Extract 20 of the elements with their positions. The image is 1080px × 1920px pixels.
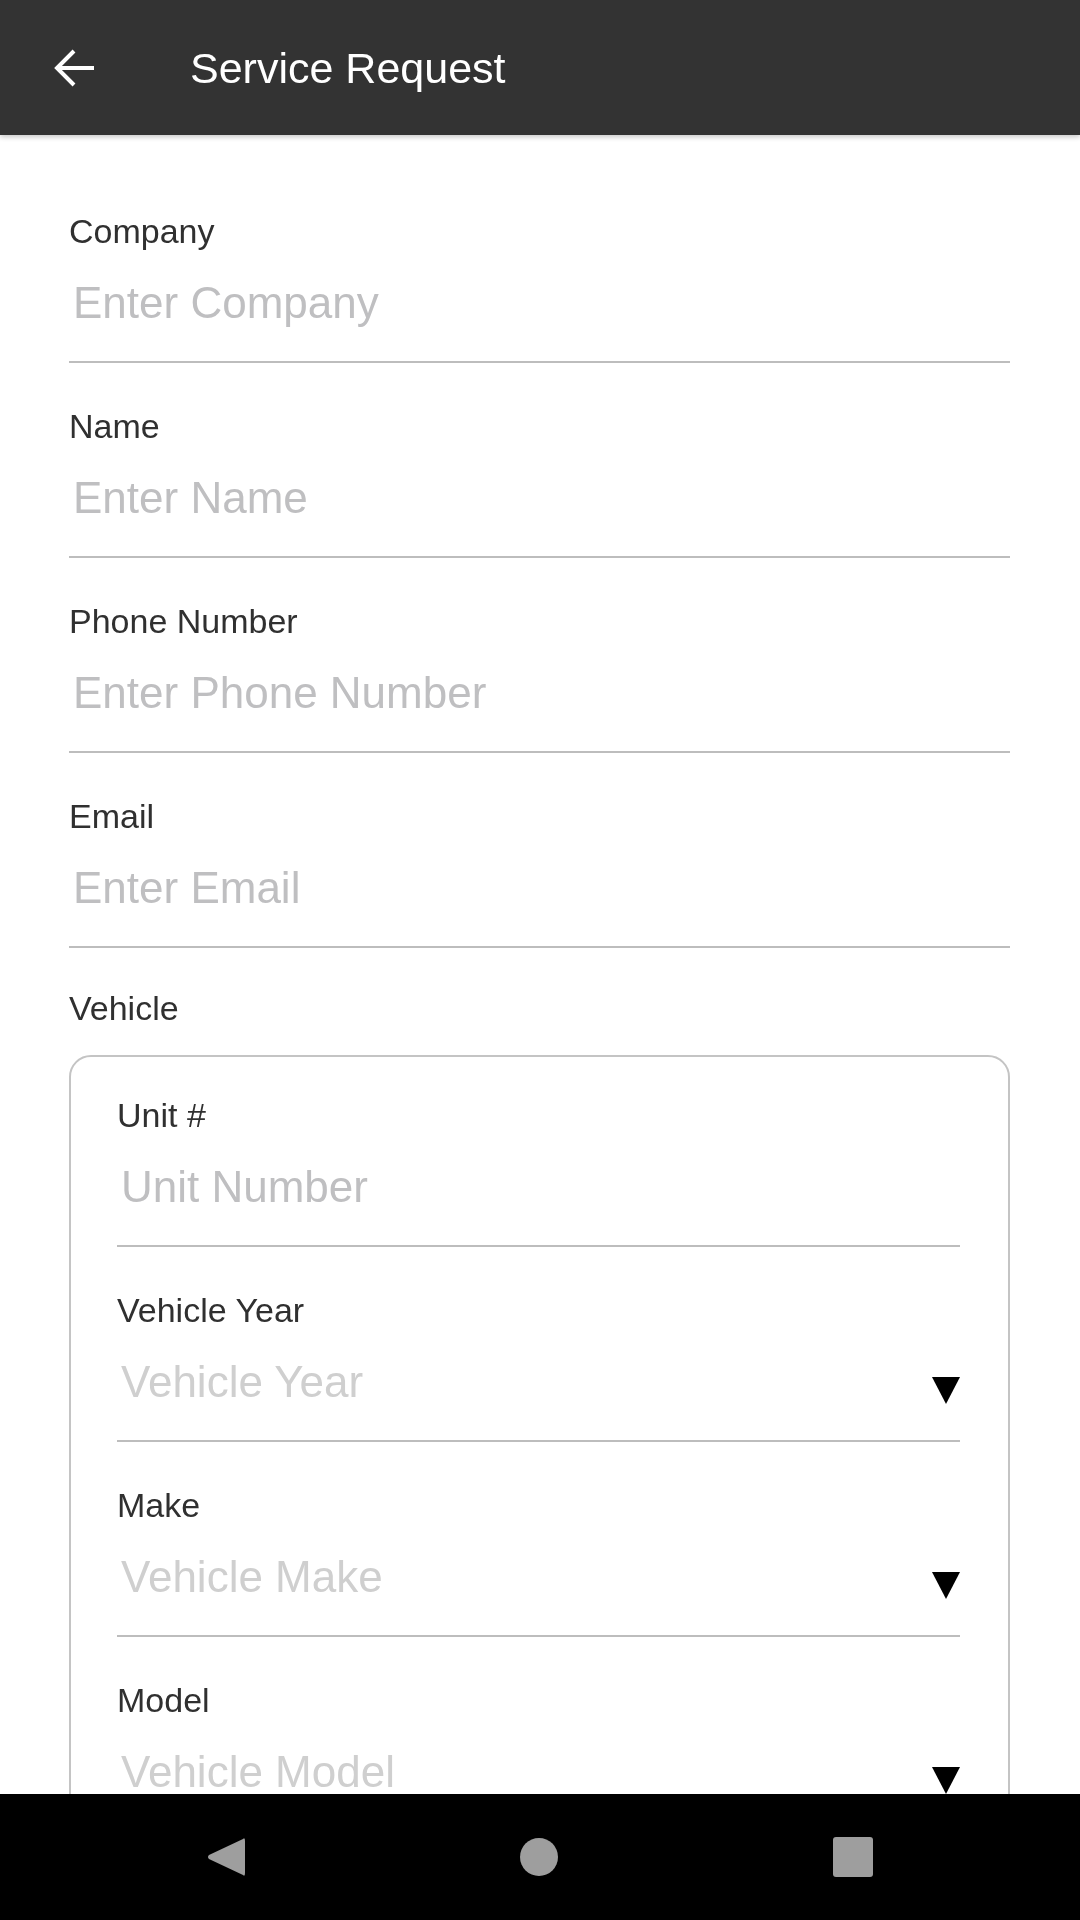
- screen-title: Service Request: [190, 42, 506, 94]
- field-label: Phone Number: [69, 601, 299, 641]
- input-field[interactable]: Enter Name: [69, 474, 1010, 558]
- field-label: Company: [69, 211, 216, 251]
- field-label: Name: [69, 406, 161, 446]
- field-label: Email: [69, 796, 156, 836]
- dropdown-triangle-icon: [932, 1572, 960, 1599]
- home-circle-icon[interactable]: [520, 1838, 558, 1876]
- section-label: Vehicle: [69, 988, 180, 1028]
- field-label: Unit #: [117, 1095, 207, 1135]
- input-field[interactable]: Enter Phone Number: [69, 669, 1010, 753]
- back-arrow-icon[interactable]: [53, 47, 95, 89]
- field-label: Make: [117, 1485, 202, 1525]
- input-field[interactable]: Enter Email: [69, 864, 1010, 948]
- field-label: Vehicle Year: [117, 1290, 306, 1330]
- input-field[interactable]: Unit Number: [117, 1163, 960, 1247]
- input-field[interactable]: Enter Company: [69, 279, 1010, 363]
- dropdown-triangle-icon: [932, 1377, 960, 1404]
- back-triangle-icon[interactable]: [207, 1836, 245, 1878]
- field-label: Model: [117, 1680, 211, 1720]
